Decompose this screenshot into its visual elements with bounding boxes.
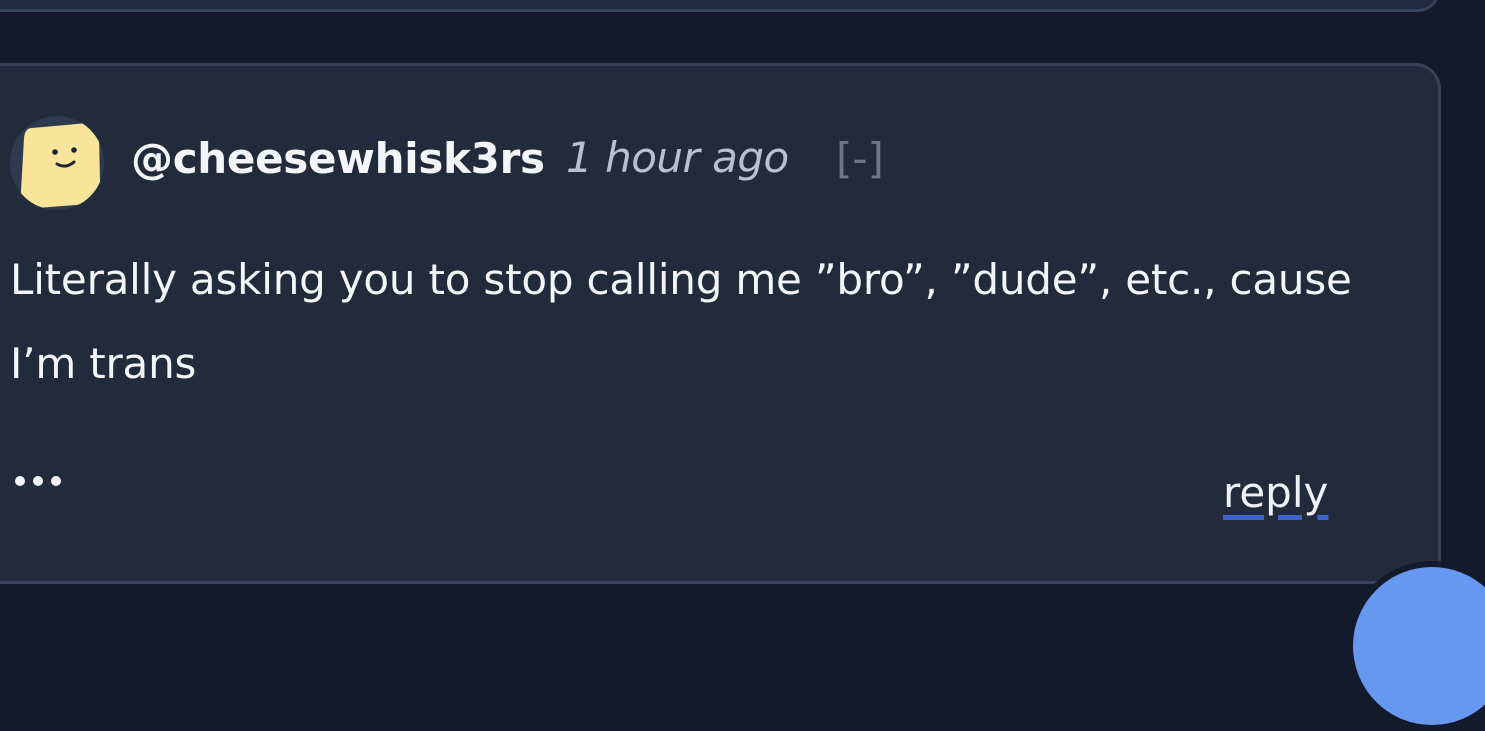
more-dots-icon [15, 476, 61, 486]
more-options-button[interactable] [14, 465, 68, 495]
previous-comment-card [0, 0, 1440, 12]
smiley-face-icon [20, 123, 101, 208]
reply-link[interactable]: reply [1223, 466, 1328, 520]
floating-action-button[interactable] [1347, 561, 1485, 731]
avatar[interactable] [10, 116, 104, 210]
comment-body: Literally asking you to stop calling me … [10, 255, 1352, 388]
collapse-toggle-button[interactable]: [-] [836, 132, 884, 186]
username[interactable]: @cheesewhisk3rs [131, 132, 545, 186]
timestamp: 1 hour ago [566, 133, 789, 182]
